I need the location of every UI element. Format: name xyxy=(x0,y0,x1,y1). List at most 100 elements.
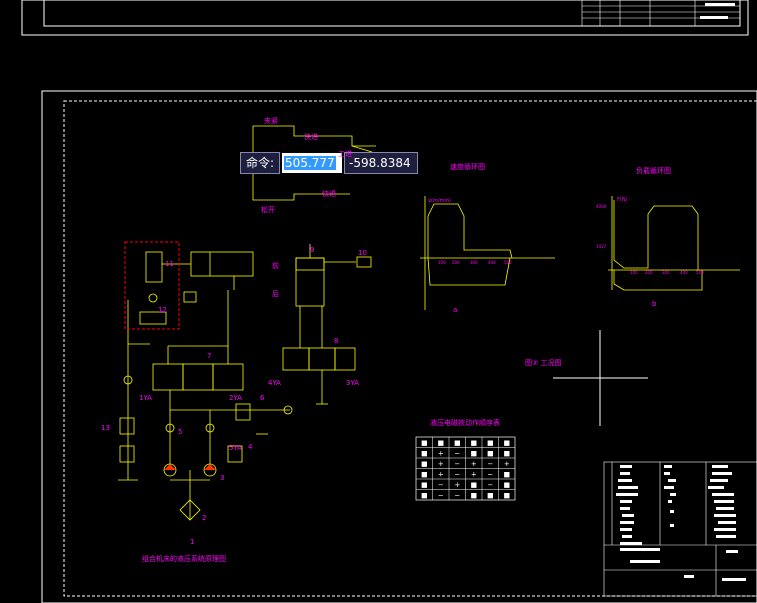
title-block-text-bar xyxy=(620,500,632,503)
solenoid-table-cell: ■ xyxy=(421,460,428,468)
solenoid-table-cell: ■ xyxy=(487,449,494,457)
label-valve-left: 松开 xyxy=(261,206,275,214)
solenoid-table-cell: ■ xyxy=(503,470,510,478)
part-number-10: 10 xyxy=(358,249,367,257)
solenoid-5ya: 5YA xyxy=(229,444,242,452)
part-number-4: 4 xyxy=(248,443,253,451)
part-number-2: 2 xyxy=(202,514,207,522)
svg-text:1437: 1437 xyxy=(596,244,607,249)
svg-text:200: 200 xyxy=(645,270,653,275)
title-block-text-bar xyxy=(618,486,638,489)
svg-text:100: 100 xyxy=(630,270,638,275)
solenoid-table-cell: + xyxy=(438,470,444,478)
command-input-box[interactable]: 命令: 505.777 -598.8384 xyxy=(240,152,419,174)
solenoid-table-cell: ■ xyxy=(421,439,428,447)
load-sub-label: b xyxy=(652,300,657,308)
title-block-text-bar xyxy=(670,493,676,496)
cycle-title: 图② 工况图 xyxy=(525,359,562,367)
cad-drawing-canvas[interactable]: 100 200 300 400 500 100 200 300 400 500 40001437 xyxy=(0,0,757,603)
solenoid-table-cell: ■ xyxy=(470,449,477,457)
solenoid-table-cell: + xyxy=(471,470,477,478)
svg-text:400: 400 xyxy=(488,260,496,265)
solenoid-table-cell: ■ xyxy=(503,491,510,499)
svg-text:400: 400 xyxy=(680,270,688,275)
title-block-text-bar xyxy=(708,486,724,489)
solenoid-table-cell: ■ xyxy=(437,439,444,447)
speed-cycle-chart xyxy=(420,196,555,310)
solenoid-2ya: 2YA xyxy=(229,394,242,402)
title-block-text-bar xyxy=(620,465,632,468)
x-coordinate-field[interactable]: 505.777 xyxy=(282,153,343,173)
y-coordinate-field[interactable]: -598.8384 xyxy=(344,152,419,174)
speed-y-label: v(m/min) xyxy=(428,198,451,204)
speed-chart-title: 速度循环图 xyxy=(450,163,485,171)
title-block-text-bar xyxy=(630,560,660,563)
title-block-text-bar xyxy=(664,465,672,468)
valve-10 xyxy=(356,256,372,268)
label-valve-bot: 快退 xyxy=(322,190,336,198)
solenoid-table-cell: − xyxy=(438,481,444,489)
title-block-text-bar xyxy=(622,535,632,538)
solenoid-table-cell: ■ xyxy=(421,491,428,499)
hydraulic-schematic xyxy=(118,244,356,521)
part-number-5: 5 xyxy=(178,428,183,436)
title-block-text-bar xyxy=(670,524,674,527)
top-inner-border xyxy=(43,0,741,27)
part-number-1: 1 xyxy=(190,538,195,546)
solenoid-table-cell: + xyxy=(454,481,460,489)
title-block-text-bar xyxy=(616,493,638,496)
top-title-text2 xyxy=(700,16,728,19)
x-coordinate-value: 505.777 xyxy=(284,156,336,170)
svg-text:300: 300 xyxy=(662,270,670,275)
cursor-crosshair xyxy=(553,330,648,426)
solenoid-table-cell: ■ xyxy=(503,449,510,457)
system-title: 组合机床的液压系统原理图 xyxy=(142,555,226,563)
title-block-text-bar xyxy=(620,521,634,524)
solenoid-4ya: 4YA xyxy=(268,379,281,387)
title-block-text-bar xyxy=(620,472,630,475)
cyl-front-label: 前 xyxy=(272,262,279,270)
part-number-3: 3 xyxy=(220,474,225,482)
solenoid-table-cell: ■ xyxy=(454,439,461,447)
svg-text:100: 100 xyxy=(438,260,446,265)
part-number-8: 8 xyxy=(334,337,339,345)
solenoid-table: ■ ■ ■ ■ ■ ■ ■ + − ■ ■ ■ ■ + − + − + ■ + − + − ■ ■ − + ■ − ■ ■ − − ■ ■ ■ xyxy=(415,436,516,501)
title-block-text-bar xyxy=(714,514,736,517)
top-title-text xyxy=(705,3,735,6)
label-valve-top: 夹紧 xyxy=(264,117,278,125)
title-block-text-bar xyxy=(620,528,632,531)
solenoid-table-cell: − xyxy=(454,460,460,468)
solenoid-table-title: 液压电磁铁动作顺序表 xyxy=(430,419,500,427)
title-block-text-bar xyxy=(722,578,746,581)
module-boundary xyxy=(124,241,180,330)
title-block-text-bar xyxy=(712,465,728,468)
svg-text:300: 300 xyxy=(470,260,478,265)
solenoid-table-cell: ■ xyxy=(421,449,428,457)
title-block-text-bar xyxy=(668,500,672,503)
solenoid-table-cell: ■ xyxy=(487,439,494,447)
part-number-11: 11 xyxy=(165,260,174,268)
part-number-13: 13 xyxy=(101,424,110,432)
solenoid-table-cell: − xyxy=(487,481,493,489)
part-number-12: 12 xyxy=(158,306,167,314)
solenoid-table-cell: ■ xyxy=(421,481,428,489)
solenoid-table-cell: ■ xyxy=(421,470,428,478)
title-block-text-bar xyxy=(716,507,734,510)
solenoid-table-cell: + xyxy=(438,460,444,468)
solenoid-table-cell: ■ xyxy=(503,481,510,489)
svg-text:200: 200 xyxy=(452,260,460,265)
speed-sub-label: a xyxy=(453,306,458,314)
title-block-text-bar xyxy=(716,535,736,538)
solenoid-table-cell: − xyxy=(487,460,493,468)
solenoid-table-cell: ■ xyxy=(487,491,494,499)
solenoid-table-cell: + xyxy=(438,449,444,457)
top-sheet-border xyxy=(21,0,749,36)
svg-text:500: 500 xyxy=(696,270,704,275)
solenoid-table-cell: ■ xyxy=(503,439,510,447)
part-number-6: 6 xyxy=(260,394,265,402)
load-y-label: F(N) xyxy=(617,197,628,203)
solenoid-table-cell: + xyxy=(504,460,510,468)
part-number-7: 7 xyxy=(207,352,212,360)
cyl-back-label: 后 xyxy=(272,290,279,298)
title-block-text-bar xyxy=(670,510,674,513)
